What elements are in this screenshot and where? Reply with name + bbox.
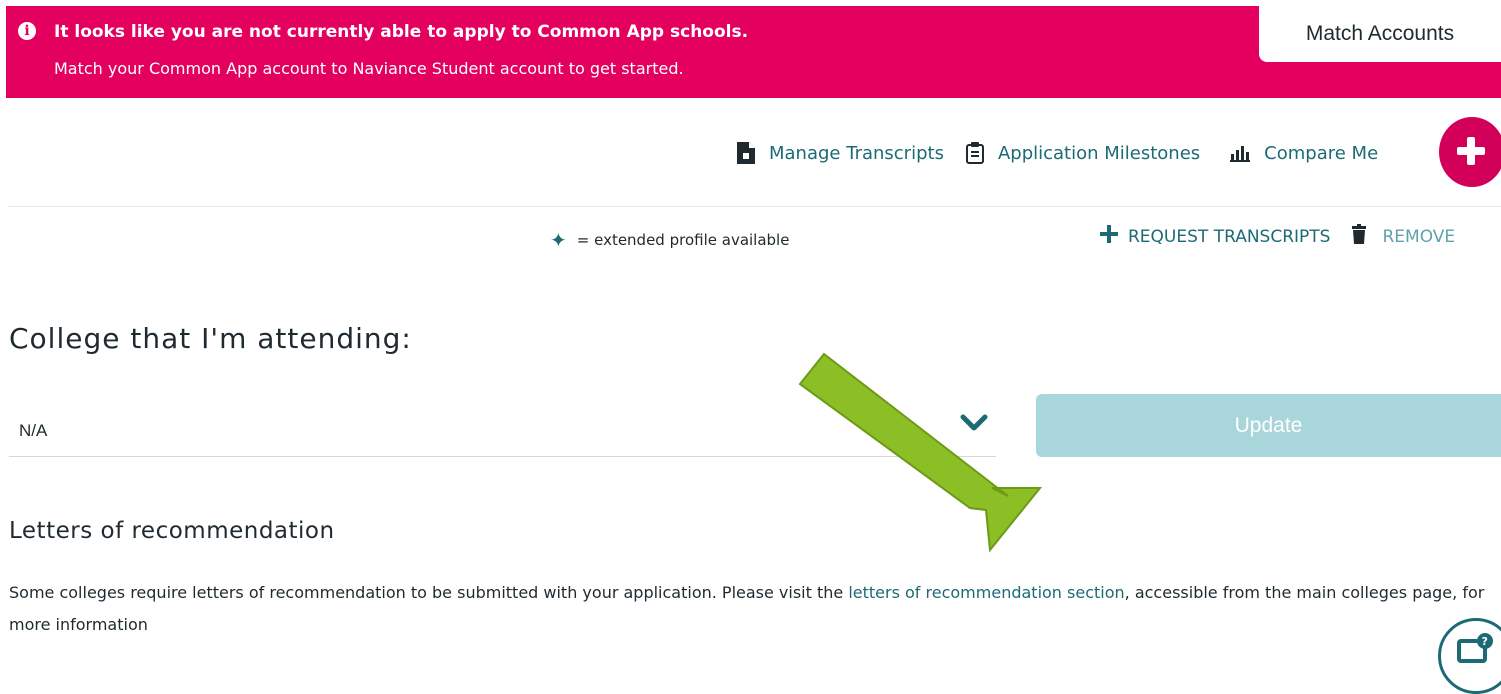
letters-description: Some colleges require letters of recomme… bbox=[9, 577, 1489, 641]
svg-text:?: ? bbox=[1482, 635, 1488, 648]
banner-title: It looks like you are not currently able… bbox=[54, 22, 749, 42]
letters-of-recommendation-link[interactable]: letters of recommendation section bbox=[848, 583, 1124, 602]
compare-me-label: Compare Me bbox=[1264, 142, 1379, 164]
letters-heading: Letters of recommendation bbox=[9, 518, 335, 544]
divider bbox=[8, 206, 1501, 207]
college-select-value: N/A bbox=[19, 421, 48, 440]
banner-message: Match your Common App account to Navianc… bbox=[54, 59, 684, 78]
remove-button[interactable]: REMOVE bbox=[1352, 224, 1455, 249]
update-button[interactable]: Update bbox=[1036, 394, 1501, 457]
transcript-actions: REQUEST TRANSCRIPTS REMOVE bbox=[1100, 224, 1455, 249]
application-milestones-link[interactable]: Application Milestones bbox=[965, 142, 1201, 164]
clipboard-icon bbox=[965, 142, 984, 164]
toolbar: Manage Transcripts Application Milestone… bbox=[737, 138, 1378, 168]
manage-transcripts-label: Manage Transcripts bbox=[769, 142, 944, 164]
request-transcripts-button[interactable]: REQUEST TRANSCRIPTS bbox=[1100, 225, 1330, 248]
compare-me-link[interactable]: Compare Me bbox=[1230, 143, 1378, 164]
bar-chart-icon bbox=[1230, 144, 1251, 162]
add-fab-button[interactable] bbox=[1439, 117, 1501, 187]
college-attending-heading: College that I'm attending: bbox=[9, 322, 412, 355]
common-app-alert-banner: i It looks like you are not currently ab… bbox=[6, 6, 1501, 98]
chat-question-icon: ? bbox=[1455, 631, 1495, 675]
star-icon: ✦ bbox=[550, 228, 567, 252]
transcript-file-icon bbox=[737, 142, 755, 164]
manage-transcripts-link[interactable]: Manage Transcripts bbox=[737, 142, 944, 164]
info-circle-icon: i bbox=[18, 22, 36, 40]
help-chat-widget[interactable]: ? bbox=[1438, 618, 1501, 694]
annotation-arrow bbox=[780, 340, 1060, 564]
plus-icon bbox=[1100, 225, 1118, 248]
match-accounts-button[interactable]: Match Accounts bbox=[1259, 6, 1501, 62]
trash-icon bbox=[1352, 224, 1367, 249]
legend-label: = extended profile available bbox=[576, 231, 790, 249]
remove-label: REMOVE bbox=[1382, 226, 1456, 247]
extended-profile-legend: ✦ = extended profile available bbox=[550, 228, 789, 252]
letters-text-before: Some colleges require letters of recomme… bbox=[9, 583, 849, 602]
application-milestones-label: Application Milestones bbox=[997, 142, 1201, 164]
request-transcripts-label: REQUEST TRANSCRIPTS bbox=[1128, 226, 1331, 247]
